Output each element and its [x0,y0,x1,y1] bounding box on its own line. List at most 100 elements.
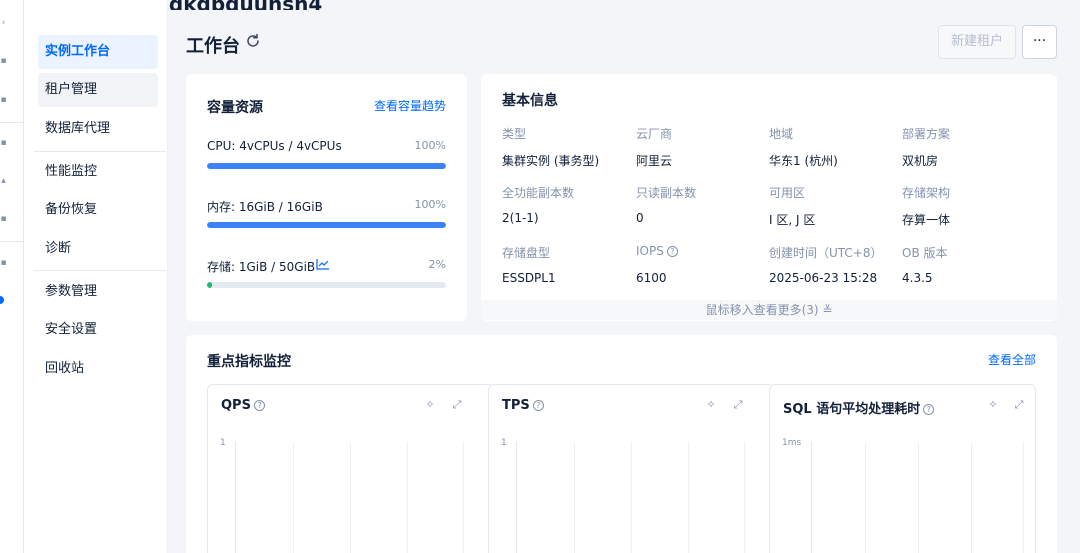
info-value-readonly-replicas: 0 [636,211,644,225]
info-label-full-replicas: 全功能副本数 [502,186,575,200]
rail-icon-3[interactable]: ▪ [0,138,7,148]
sql-latency-expand-icon[interactable]: ⤢ [1013,399,1025,411]
memory-usage-fill [207,222,446,228]
grid-line [865,442,866,553]
tps-title: TPS? [502,398,544,413]
basic-info-title: 基本信息 [502,93,558,109]
rail-icon-5[interactable]: ▪ [0,214,7,224]
sql-latency-chart-area [811,442,1024,553]
view-all-metrics-link[interactable]: 查看全部 [988,351,1036,368]
tps-pin-icon[interactable]: ✧ [705,399,717,411]
grid-line [688,442,689,553]
info-value-iops: 6100 [636,271,667,285]
info-value-ob-version: 4.3.5 [902,271,933,285]
basic-info-card: 基本信息 类型 集群实例 (事务型) 云厂商 阿里云 地域 华东1 (杭州) 部… [481,74,1057,321]
info-label-region: 地域 [769,127,794,141]
nav-item-tenants[interactable]: 租户管理 [38,73,158,107]
info-value-storage-arch: 存算一体 [902,213,951,227]
nav-item-backup[interactable]: 备份恢复 [38,193,158,227]
view-capacity-trend-link[interactable]: 查看容量趋势 [374,97,446,114]
info-label-ob-version: OB 版本 [902,246,948,260]
tps-help-icon[interactable]: ? [532,400,544,411]
nav-item-workbench[interactable]: 实例工作台 [38,35,158,69]
info-value-created: 2025-06-23 15:28 [769,271,878,285]
memory-usage-label: 内存: 16GiB / 16GiB [207,200,323,214]
info-value-deployment: 双机房 [902,154,939,168]
info-label-created: 创建时间（UTC+8） [769,246,883,260]
nav-item-security[interactable]: 安全设置 [38,313,158,347]
info-value-type: 集群实例 (事务型) [502,154,600,168]
grid-line [1023,442,1024,553]
qps-chart-area [235,442,464,553]
show-more-fields[interactable]: 鼠标移入查看更多(3) ≚ [481,300,1057,320]
info-label-cloud: 云厂商 [636,127,673,141]
nav-item-params[interactable]: 参数管理 [38,275,158,309]
qps-y-axis-max: 1 [220,438,226,448]
grid-line [350,442,351,553]
tps-metric-card: TPS? ✧ ⤢ 1 [488,384,775,553]
iops-help-icon[interactable]: ? [666,246,678,257]
storage-usage-fill [207,282,212,288]
grid-line [463,442,464,553]
qps-help-icon[interactable]: ? [253,400,265,411]
nav-item-diagnosis[interactable]: 诊断 [38,232,158,266]
qps-pin-icon[interactable]: ✧ [424,399,436,411]
sql-latency-metric-card: SQL 语句平均处理耗时? ✧ ⤢ 1ms [769,384,1036,553]
sql-latency-help-icon[interactable]: ? [923,404,935,415]
global-icon-rail: › ▪ ▪ ▪ ▴ ▪ ▪ [0,0,24,553]
cpu-usage-label: CPU: 4vCPUs / 4vCPUs [207,139,342,153]
info-label-disk-type: 存储盘型 [502,246,551,260]
capacity-card: 容量资源 查看容量趋势 CPU: 4vCPUs / 4vCPUs 100% 内存… [186,74,467,321]
info-value-region: 华东1 (杭州) [769,154,838,168]
iops-label-text: IOPS [636,244,664,258]
info-label-iops: IOPS? [636,244,678,258]
page-title: 工作台 [186,36,240,57]
rail-divider [0,122,24,123]
cpu-usage-bar [207,163,446,169]
info-value-full-replicas: 2(1-1) [502,211,539,225]
info-label-readonly-replicas: 只读副本数 [636,186,697,200]
sql-latency-y-axis-max: 1ms [782,438,802,448]
sql-latency-pin-icon[interactable]: ✧ [987,399,999,411]
grid-line [293,442,294,553]
sql-latency-title-text: SQL 语句平均处理耗时 [783,402,921,417]
nav-divider [34,151,166,152]
rail-icon-6[interactable]: ▪ [0,258,7,268]
new-tenant-button[interactable]: 新建租户 [938,25,1016,59]
rail-icon-4[interactable]: ▴ [0,176,7,186]
grid-line [407,442,408,553]
tps-expand-icon[interactable]: ⤢ [732,399,744,411]
nav-item-recycle-bin[interactable]: 回收站 [38,352,158,386]
storage-trend-icon[interactable] [316,258,330,270]
nav-item-db-proxy[interactable]: 数据库代理 [38,112,158,146]
qps-title-text: QPS [221,398,251,413]
nav-divider [34,270,166,271]
memory-usage-bar [207,222,446,228]
rail-icon-2[interactable]: ▪ [0,95,7,105]
info-label-storage-arch: 存储架构 [902,186,951,200]
rail-icon-1[interactable]: ▪ [0,56,7,66]
more-actions-button[interactable]: ··· [1022,25,1057,59]
nav-item-performance[interactable]: 性能监控 [38,155,158,189]
info-value-zones: I 区, J 区 [769,213,816,227]
sql-latency-title: SQL 语句平均处理耗时? [783,398,935,417]
rail-divider [0,241,24,242]
grid-line [918,442,919,553]
capacity-title: 容量资源 [207,100,263,116]
refresh-icon[interactable] [244,32,262,50]
tps-title-text: TPS [502,398,530,413]
info-label-type: 类型 [502,127,527,141]
grid-line [971,442,972,553]
rail-active-indicator [0,296,4,304]
key-metrics-title: 重点指标监控 [207,354,291,370]
tps-chart-area [516,442,745,553]
qps-expand-icon[interactable]: ⤢ [451,399,463,411]
qps-title: QPS? [221,398,265,413]
info-value-cloud: 阿里云 [636,154,673,168]
info-label-zones: 可用区 [769,186,806,200]
info-label-deployment: 部署方案 [902,127,951,141]
storage-usage-percent: 2% [428,258,446,271]
cpu-usage-fill [207,163,446,169]
expand-chevron-icon[interactable]: › [0,18,7,28]
instance-header: 实例: ob6dkgbduunsn4 [24,0,1080,10]
